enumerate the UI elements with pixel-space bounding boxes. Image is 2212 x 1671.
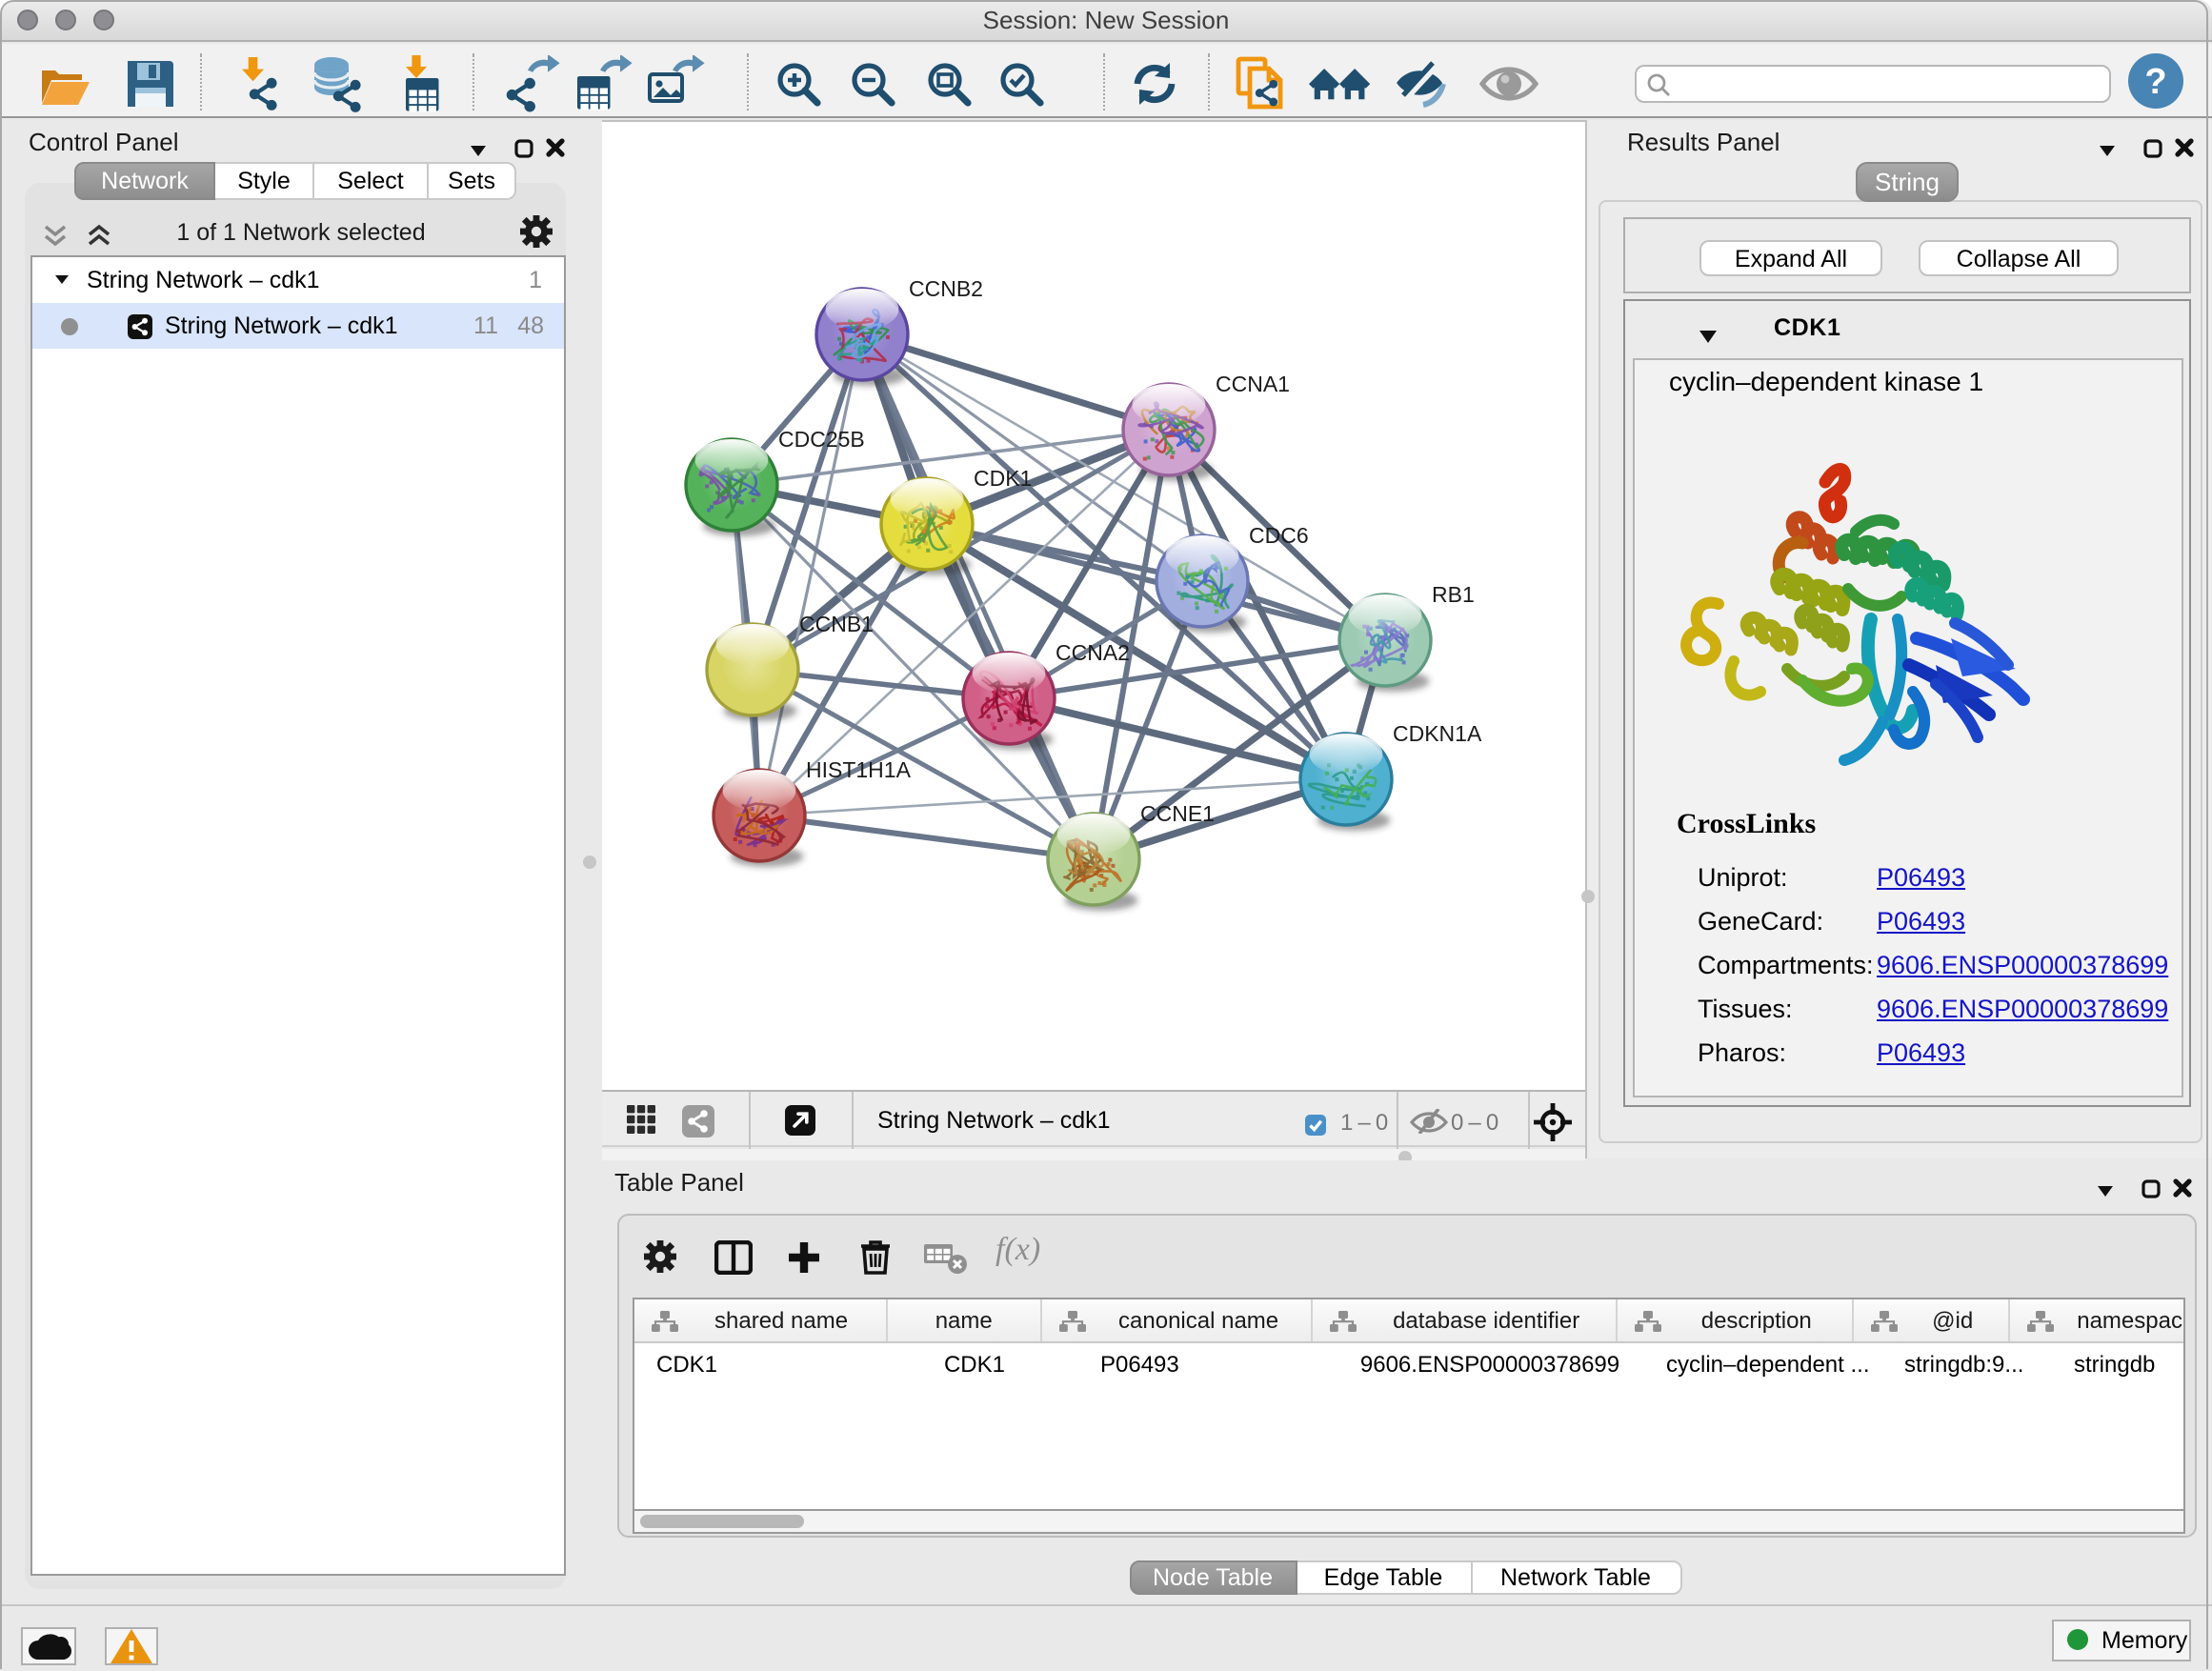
svg-text:CDC6: CDC6 xyxy=(1248,523,1308,548)
svg-text:CDK1: CDK1 xyxy=(973,466,1031,491)
svg-text:?: ? xyxy=(2144,62,2166,102)
svg-text:CCNE1: CCNE1 xyxy=(1139,801,1214,826)
svg-text:CDC25B: CDC25B xyxy=(777,427,864,452)
svg-text:CCNB2: CCNB2 xyxy=(908,276,982,301)
svg-text:CCNB1: CCNB1 xyxy=(798,612,873,636)
svg-text:CCNA2: CCNA2 xyxy=(1055,640,1129,665)
svg-text:RB1: RB1 xyxy=(1431,582,1474,607)
svg-text:HIST1H1A: HIST1H1A xyxy=(805,757,911,782)
svg-text:CDKN1A: CDKN1A xyxy=(1392,721,1481,746)
svg-text:CCNA1: CCNA1 xyxy=(1215,372,1289,396)
